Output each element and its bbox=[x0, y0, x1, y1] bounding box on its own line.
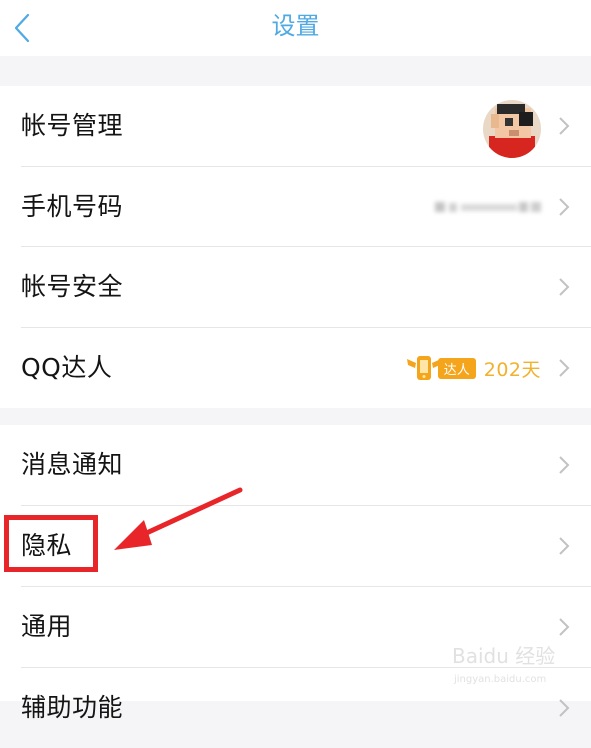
settings-row-notifications[interactable]: 消息通知 bbox=[0, 425, 591, 505]
privacy-highlight-box bbox=[4, 515, 98, 572]
daren-badge: 达人 202天 bbox=[406, 350, 541, 386]
settings-row-label: QQ达人 bbox=[21, 353, 113, 382]
chevron-right-icon bbox=[559, 618, 570, 636]
chevron-right-icon bbox=[559, 198, 570, 216]
settings-row-label: 帐号安全 bbox=[21, 272, 124, 301]
settings-row-label: 辅助功能 bbox=[21, 693, 124, 722]
winged-phone-icon bbox=[406, 356, 441, 380]
masked-phone-value bbox=[435, 202, 541, 212]
watermark-brand: Baidu 经验 bbox=[452, 644, 556, 668]
daren-label: 达人 bbox=[437, 357, 476, 379]
settings-row-label: 手机号码 bbox=[21, 192, 124, 221]
settings-row-account-security[interactable]: 帐号安全 bbox=[0, 247, 591, 327]
daren-days: 202天 bbox=[483, 358, 541, 381]
settings-row-label: 帐号管理 bbox=[21, 111, 124, 140]
page-title: 设置 bbox=[271, 12, 320, 40]
settings-row-account-management[interactable]: 帐号管理 bbox=[0, 86, 591, 166]
account-settings-group: 帐号管理 手机号码 帐号安全 QQ达人 达人 202天 bbox=[0, 86, 591, 408]
avatar bbox=[483, 100, 541, 158]
chevron-right-icon bbox=[559, 456, 570, 474]
chevron-left-icon bbox=[14, 13, 30, 43]
settings-row-phone-number[interactable]: 手机号码 bbox=[0, 167, 591, 247]
back-button[interactable] bbox=[0, 0, 44, 56]
chevron-right-icon bbox=[559, 117, 570, 135]
settings-row-label: 消息通知 bbox=[21, 450, 124, 479]
settings-row-label: 通用 bbox=[21, 612, 73, 641]
chevron-right-icon bbox=[559, 278, 570, 296]
navigation-bar: 设置 bbox=[0, 0, 591, 56]
chevron-right-icon bbox=[559, 359, 570, 377]
chevron-right-icon bbox=[559, 699, 570, 717]
watermark-url: jingyan.baidu.com bbox=[454, 674, 547, 685]
watermark: Baidu 经验 jingyan.baidu.com bbox=[452, 640, 582, 692]
chevron-right-icon bbox=[559, 537, 570, 555]
settings-row-qq-daren[interactable]: QQ达人 达人 202天 bbox=[0, 328, 591, 408]
